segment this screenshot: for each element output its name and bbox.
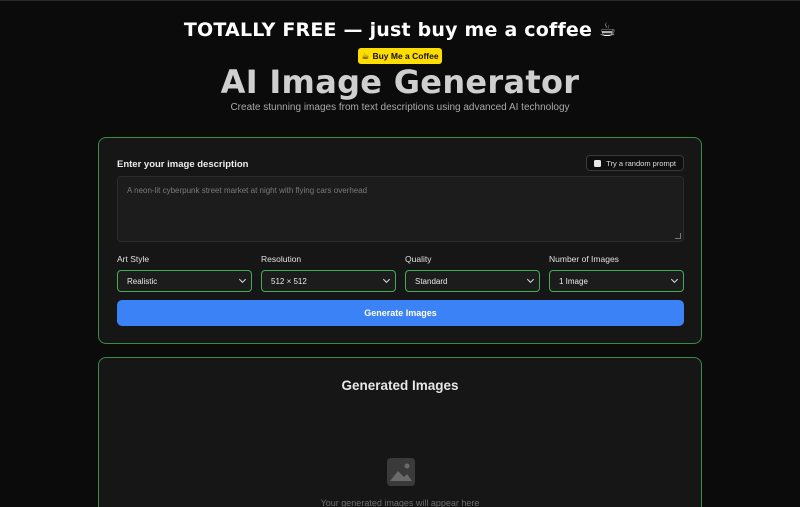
quality-select[interactable]: Standard — [405, 270, 540, 292]
chevron-down-icon — [670, 275, 679, 284]
quality-label: Quality — [405, 254, 432, 264]
resolution-select[interactable]: 512 × 512 — [261, 270, 396, 292]
page-title: AI Image Generator — [220, 63, 580, 101]
art-style-select[interactable]: Realistic — [117, 270, 252, 292]
art-style-field: Art Style Realistic — [117, 254, 252, 292]
coffee-cup-icon: ☕ — [361, 51, 370, 61]
quality-field: Quality Standard — [405, 254, 540, 292]
image-count-select[interactable]: 1 Image — [549, 270, 684, 292]
buy-coffee-label: Buy Me a Coffee — [372, 51, 439, 61]
random-prompt-label: Try a random prompt — [606, 158, 676, 168]
page: TOTALLY FREE — just buy me a coffee ☕ ☕ … — [0, 0, 800, 507]
art-style-label: Art Style — [117, 254, 150, 264]
image-count-label: Number of Images — [549, 254, 619, 264]
page-subtitle: Create stunning images from text descrip… — [230, 102, 570, 113]
resolution-value: 512 × 512 — [271, 276, 307, 286]
generated-images-card: Generated Images Your generated images w… — [98, 357, 702, 507]
generator-form-card: Enter your image description Try a rando… — [98, 137, 702, 344]
empty-results-text: Your generated images will appear here — [320, 498, 480, 507]
resolution-field: Resolution 512 × 512 — [261, 254, 396, 292]
generate-images-button[interactable]: Generate Images — [117, 300, 684, 326]
chevron-down-icon — [382, 275, 391, 284]
description-label: Enter your image description — [117, 159, 249, 170]
art-style-value: Realistic — [127, 276, 158, 286]
resize-handle-icon[interactable] — [675, 233, 681, 239]
image-count-value: 1 Image — [559, 276, 588, 286]
image-placeholder-icon — [387, 458, 415, 486]
quality-value: Standard — [415, 276, 448, 286]
resolution-label: Resolution — [261, 254, 302, 264]
prompt-textarea[interactable]: A neon-lit cyberpunk street market at ni… — [117, 176, 684, 242]
image-count-field: Number of Images 1 Image — [549, 254, 684, 292]
dice-icon — [594, 159, 602, 167]
results-title: Generated Images — [341, 378, 459, 393]
promo-title: TOTALLY FREE — just buy me a coffee ☕ — [183, 19, 617, 41]
chevron-down-icon — [526, 275, 535, 284]
random-prompt-button[interactable]: Try a random prompt — [586, 155, 684, 171]
prompt-placeholder: A neon-lit cyberpunk street market at ni… — [127, 186, 368, 195]
chevron-down-icon — [238, 275, 247, 284]
buy-coffee-button[interactable]: ☕ Buy Me a Coffee — [358, 48, 442, 64]
